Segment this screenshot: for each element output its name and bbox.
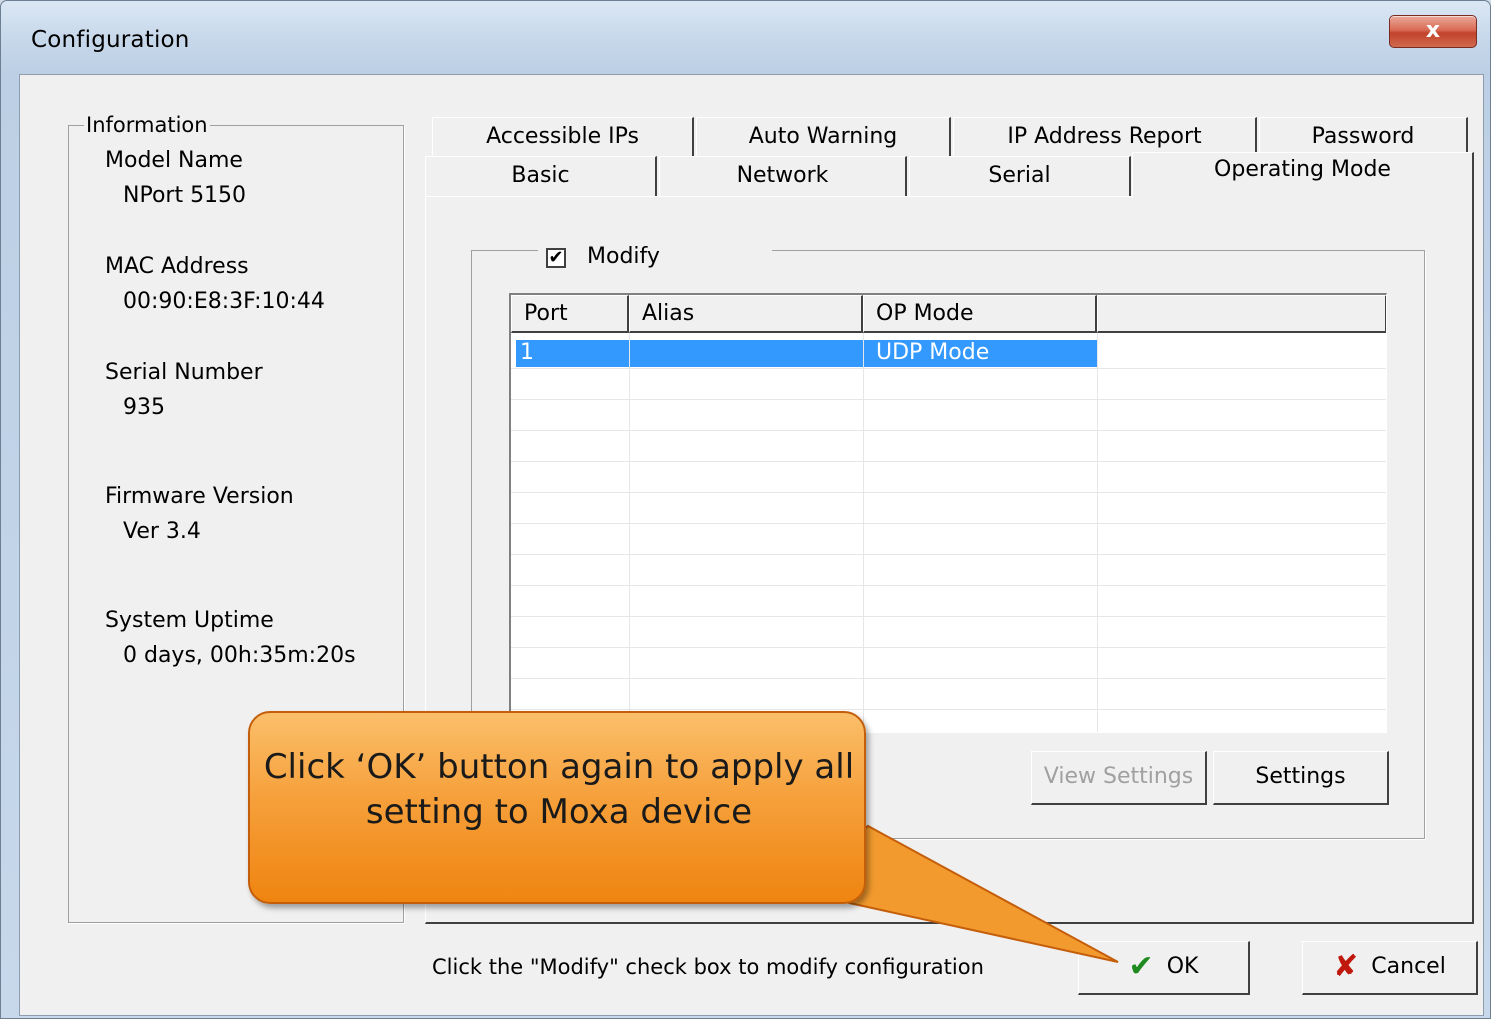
instruction-callout: Click ‘OK’ button again to apply all set… bbox=[248, 711, 866, 904]
callout-text: Click ‘OK’ button again to apply all set… bbox=[263, 747, 855, 832]
